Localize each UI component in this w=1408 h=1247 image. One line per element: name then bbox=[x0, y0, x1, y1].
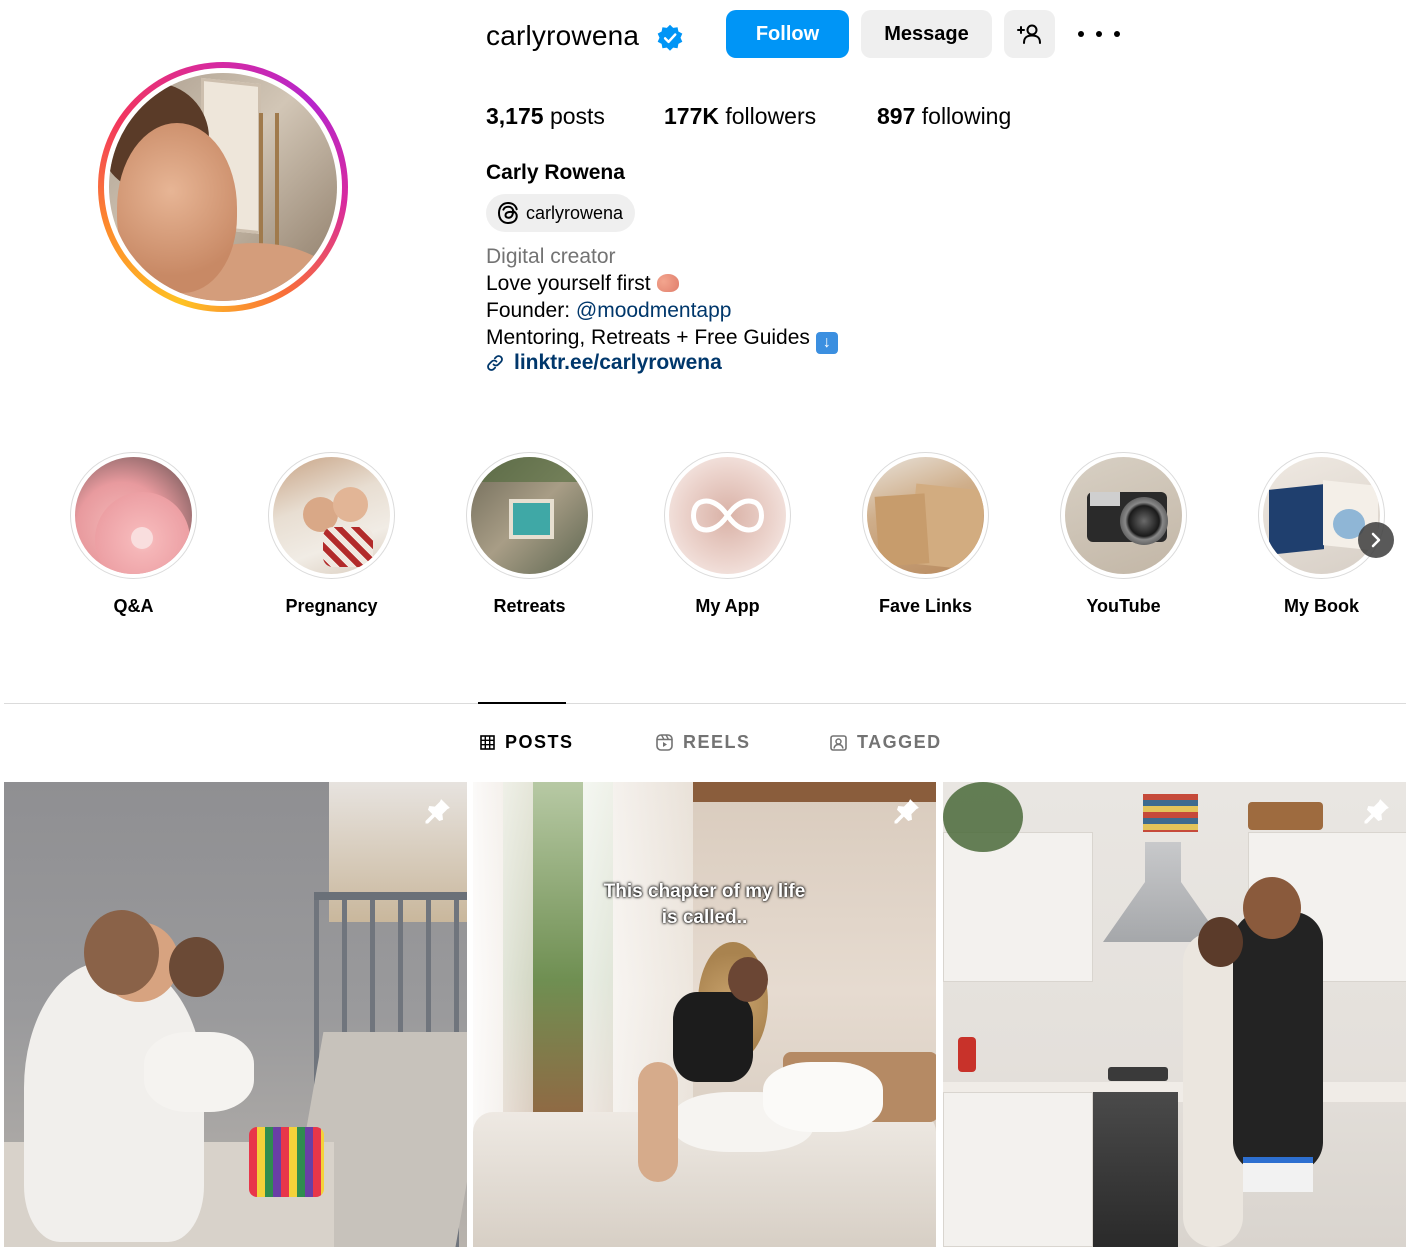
highlight-cover bbox=[669, 457, 786, 574]
highlight-retreats[interactable]: Retreats bbox=[466, 452, 593, 616]
highlight-cover bbox=[471, 457, 588, 574]
highlights-next-button[interactable] bbox=[1358, 522, 1394, 558]
highlight-cover bbox=[273, 457, 390, 574]
posts-count: 3,175 bbox=[486, 103, 544, 129]
threads-handle: carlyrowena bbox=[526, 202, 624, 223]
threads-badge[interactable]: carlyrowena bbox=[486, 194, 636, 232]
active-tab-indicator bbox=[478, 702, 566, 704]
heart-hands-emoji-icon bbox=[656, 274, 679, 292]
pin-icon bbox=[425, 799, 450, 824]
username: carlyrowena bbox=[486, 20, 640, 51]
highlight-label: Retreats bbox=[493, 596, 566, 616]
highlight-label: Fave Links bbox=[878, 596, 973, 616]
highlight-label: My App bbox=[695, 596, 760, 616]
post-tile[interactable] bbox=[943, 782, 1406, 1247]
chevron-right-icon bbox=[1371, 532, 1381, 548]
followers-count: 177K bbox=[664, 103, 719, 129]
tab-tagged[interactable]: TAGGED bbox=[830, 732, 942, 753]
add-user-icon bbox=[1016, 24, 1041, 44]
highlight-label: My Book bbox=[1283, 596, 1359, 616]
down-arrow-emoji-icon: ↓ bbox=[815, 332, 838, 354]
bio-line-2: Founder: @moodmentapp bbox=[486, 299, 732, 322]
highlight-label: Pregnancy bbox=[285, 596, 378, 616]
grid-icon bbox=[480, 735, 495, 750]
more-options-icon[interactable] bbox=[1078, 22, 1120, 46]
post-tile[interactable]: This chapter of my life is called.. bbox=[473, 782, 936, 1247]
follow-button[interactable]: Follow bbox=[726, 10, 849, 58]
highlight-my-book[interactable]: My Book bbox=[1258, 452, 1385, 616]
posts-label: posts bbox=[543, 103, 605, 129]
tab-reels[interactable]: REELS bbox=[656, 732, 751, 753]
posts-stat: 3,175 posts bbox=[486, 100, 605, 132]
tagged-icon bbox=[830, 735, 847, 751]
tab-posts[interactable]: POSTS bbox=[480, 732, 574, 753]
highlight-cover bbox=[867, 457, 984, 574]
post-tile[interactable] bbox=[4, 782, 467, 1247]
pin-icon bbox=[1364, 799, 1389, 824]
followers-stat[interactable]: 177K followers bbox=[664, 100, 816, 132]
bio-line-3: Mentoring, Retreats + Free Guides ↓ bbox=[486, 324, 838, 354]
link-icon bbox=[487, 355, 503, 371]
followers-label: followers bbox=[718, 103, 817, 129]
profile-link-text: linktr.ee/carlyrowena bbox=[514, 351, 722, 374]
highlight-fave-links[interactable]: Fave Links bbox=[862, 452, 989, 616]
threads-icon bbox=[497, 201, 518, 224]
message-button[interactable]: Message bbox=[861, 10, 992, 58]
profile-category: Digital creator bbox=[486, 245, 616, 268]
highlight-youtube[interactable]: YouTube bbox=[1060, 452, 1187, 616]
avatar-photo bbox=[109, 73, 337, 301]
verified-badge-icon bbox=[657, 24, 683, 51]
following-label: following bbox=[915, 103, 1012, 129]
profile-avatar[interactable] bbox=[98, 62, 348, 312]
highlight-cover bbox=[1263, 457, 1380, 574]
highlight-qa[interactable]: Q&A bbox=[70, 452, 197, 616]
following-count: 897 bbox=[877, 103, 916, 129]
highlight-pregnancy[interactable]: Pregnancy bbox=[268, 452, 395, 616]
bio-line-1: Love yourself first bbox=[486, 270, 679, 298]
full-name: Carly Rowena bbox=[486, 161, 625, 184]
profile-link[interactable]: linktr.ee/carlyrowena bbox=[486, 351, 722, 375]
pin-icon bbox=[894, 799, 919, 824]
highlight-my-app[interactable]: My App bbox=[664, 452, 791, 616]
post-caption: This chapter of my life is called.. bbox=[603, 881, 806, 928]
highlight-label: Q&A bbox=[113, 596, 154, 616]
highlight-cover bbox=[1065, 457, 1182, 574]
infinity-icon bbox=[691, 498, 764, 533]
highlight-cover bbox=[75, 457, 192, 574]
reels-icon bbox=[656, 734, 673, 751]
bio-mention-link[interactable]: @moodmentapp bbox=[576, 299, 732, 322]
following-stat[interactable]: 897 following bbox=[877, 100, 1011, 132]
suggest-users-button[interactable] bbox=[1004, 10, 1055, 58]
highlight-label: YouTube bbox=[1086, 596, 1161, 616]
tabs-divider bbox=[4, 703, 1406, 704]
